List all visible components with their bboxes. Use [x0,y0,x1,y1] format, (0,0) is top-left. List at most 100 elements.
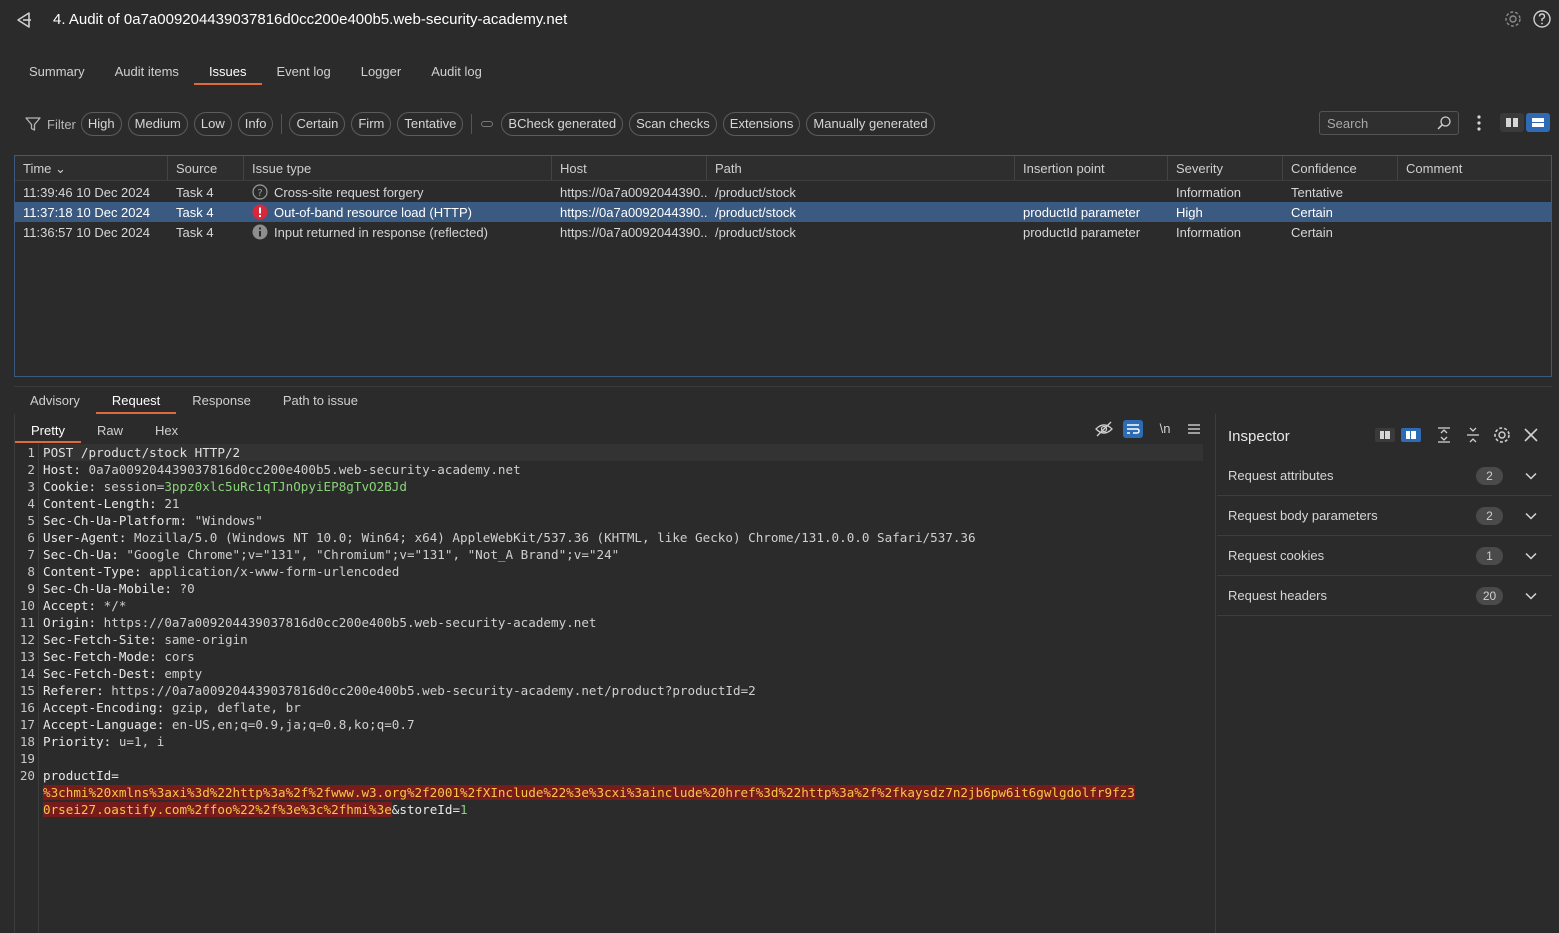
chevron-down-icon[interactable] [1524,509,1538,523]
filter-bar: Filter High Medium Low Info Certain Firm… [24,111,941,137]
line-number: 9 [27,581,35,596]
header-line: Host: 0a7a009204439037816d0cc200e400b5.w… [43,462,521,477]
cell-source: Task 4 [176,224,214,240]
col-severity[interactable]: Severity [1168,156,1283,180]
tab-event-log[interactable]: Event log [262,58,346,85]
header-line: Sec-Fetch-Site: same-origin [43,632,248,647]
chip-certain[interactable]: Certain [289,112,346,136]
section-label: Request body parameters [1228,508,1378,523]
chip-tentative[interactable]: Tentative [397,112,464,136]
table-row-selected[interactable]: 11:37:18 10 Dec 2024 Task 4 Out-of-band … [15,202,1551,222]
tab-logger[interactable]: Logger [346,58,416,85]
table-row[interactable]: 11:39:46 10 Dec 2024 Task 4 ? Cross-site … [15,182,1551,202]
header-line: Sec-Fetch-Mode: cors [43,649,195,664]
inspector-section-request-headers[interactable]: Request headers 20 [1217,576,1552,616]
expand-all-icon[interactable] [1433,425,1455,445]
col-host[interactable]: Host [552,156,707,180]
col-issue-type[interactable]: Issue type [244,156,552,180]
rows-icon [1532,118,1544,127]
settings-gear-icon[interactable] [1491,425,1513,445]
cell-issue: Out-of-band resource load (HTTP) [244,204,552,220]
gear-icon[interactable] [1503,9,1523,29]
layout-columns-button[interactable] [1500,113,1524,132]
chip-manually-generated[interactable]: Manually generated [806,112,935,136]
tab-advisory[interactable]: Advisory [14,387,96,414]
col-confidence[interactable]: Confidence [1283,156,1398,180]
line-number: 11 [19,615,35,630]
tab-audit-log[interactable]: Audit log [416,58,497,85]
tab-path-to-issue[interactable]: Path to issue [267,387,374,414]
issues-table: Time ⌄ Source Issue type Host Path Inser… [14,155,1552,377]
chip-firm[interactable]: Firm [351,112,392,136]
hide-eye-icon[interactable] [1094,420,1114,438]
header-line: Priority: u=1, i [43,734,165,749]
filter-icon[interactable] [24,115,42,133]
col-insertion-point[interactable]: Insertion point [1015,156,1168,180]
chip-medium[interactable]: Medium [127,112,188,136]
line-number: 4 [27,496,35,511]
inspector-section-request-body-parameters[interactable]: Request body parameters 2 [1217,496,1552,536]
payload-line: 0rsei27.oastify.com%2ffoo%22%2f%3e%3c%2f… [43,802,468,817]
filter-label[interactable]: Filter [47,117,76,132]
layout-rows-button[interactable] [1526,113,1550,132]
count-badge: 2 [1476,467,1503,485]
chip-low[interactable]: Low [193,112,232,136]
chip-bcheck-generated[interactable]: BCheck generated [501,112,624,136]
cell-host: https://0a7a0092044390... [560,204,707,220]
chevron-down-icon[interactable] [1524,469,1538,483]
collapse-all-icon[interactable] [1462,425,1484,445]
tab-pretty[interactable]: Pretty [15,416,81,443]
tab-raw[interactable]: Raw [81,416,139,443]
inspector-section-request-cookies[interactable]: Request cookies 1 [1217,536,1552,576]
request-code[interactable]: 1 POST /product/stock HTTP/2 2 Host: 0a7… [15,444,1215,933]
editor-subtabs: Pretty Raw Hex [15,416,194,444]
col-time[interactable]: Time ⌄ [15,156,168,180]
inspector-section-request-attributes[interactable]: Request attributes 2 [1217,456,1552,496]
inspector-layout-right-icon[interactable] [1400,425,1422,445]
chip-scan-checks[interactable]: Scan checks [629,112,717,136]
main-tabs: Summary Audit items Issues Event log Log… [14,58,497,86]
newline-toggle[interactable]: \n [1155,420,1175,438]
line-number: 12 [19,632,35,647]
header-line: Content-Length: 21 [43,496,180,511]
tab-hex[interactable]: Hex [139,416,194,443]
search-box[interactable] [1319,111,1459,135]
inspector-layout-left-icon[interactable] [1374,425,1396,445]
header-line: Content-Type: application/x-www-form-url… [43,564,400,579]
chip-extensions[interactable]: Extensions [722,112,801,136]
chevron-down-icon[interactable] [1524,549,1538,563]
section-label: Request cookies [1228,548,1325,563]
tab-issues[interactable]: Issues [193,58,262,85]
cell-severity: High [1176,204,1203,220]
cell-confidence: Tentative [1291,184,1344,200]
chevron-down-icon[interactable] [1524,589,1538,603]
line-number: 20 [19,768,35,783]
chip-info[interactable]: Info [237,112,274,136]
divider [281,114,283,134]
search-icon[interactable] [1436,115,1452,131]
tab-response[interactable]: Response [176,387,267,414]
tab-request[interactable]: Request [95,387,177,414]
more-options-icon[interactable] [1472,113,1486,133]
count-badge: 2 [1476,507,1503,525]
header-line: Cookie: session=3ppz0xlc5uRc1qTJnOpyiEP8… [43,479,407,494]
table-row[interactable]: 11:36:57 10 Dec 2024 Task 4 Input return… [15,222,1551,242]
wrap-lines-icon[interactable] [1123,420,1143,438]
help-icon[interactable] [1532,9,1552,29]
request-line: POST /product/stock HTTP/2 [43,444,1203,461]
header-line: User-Agent: Mozilla/5.0 (Windows NT 10.0… [43,530,976,545]
tab-audit-items[interactable]: Audit items [100,58,194,85]
back-icon[interactable] [14,10,34,30]
col-source[interactable]: Source [168,156,244,180]
search-input[interactable] [1320,112,1430,134]
col-path[interactable]: Path [707,156,1015,180]
cell-path: /product/stock [715,184,796,200]
tab-summary[interactable]: Summary [14,58,100,85]
menu-icon[interactable] [1184,420,1204,438]
close-icon[interactable] [1520,425,1542,445]
toggle-icon[interactable] [481,121,494,127]
header-line: Sec-Ch-Ua-Platform: "Windows" [43,513,263,528]
line-number: 1 [27,445,35,460]
col-comment[interactable]: Comment [1398,156,1551,180]
chip-high[interactable]: High [80,112,122,136]
